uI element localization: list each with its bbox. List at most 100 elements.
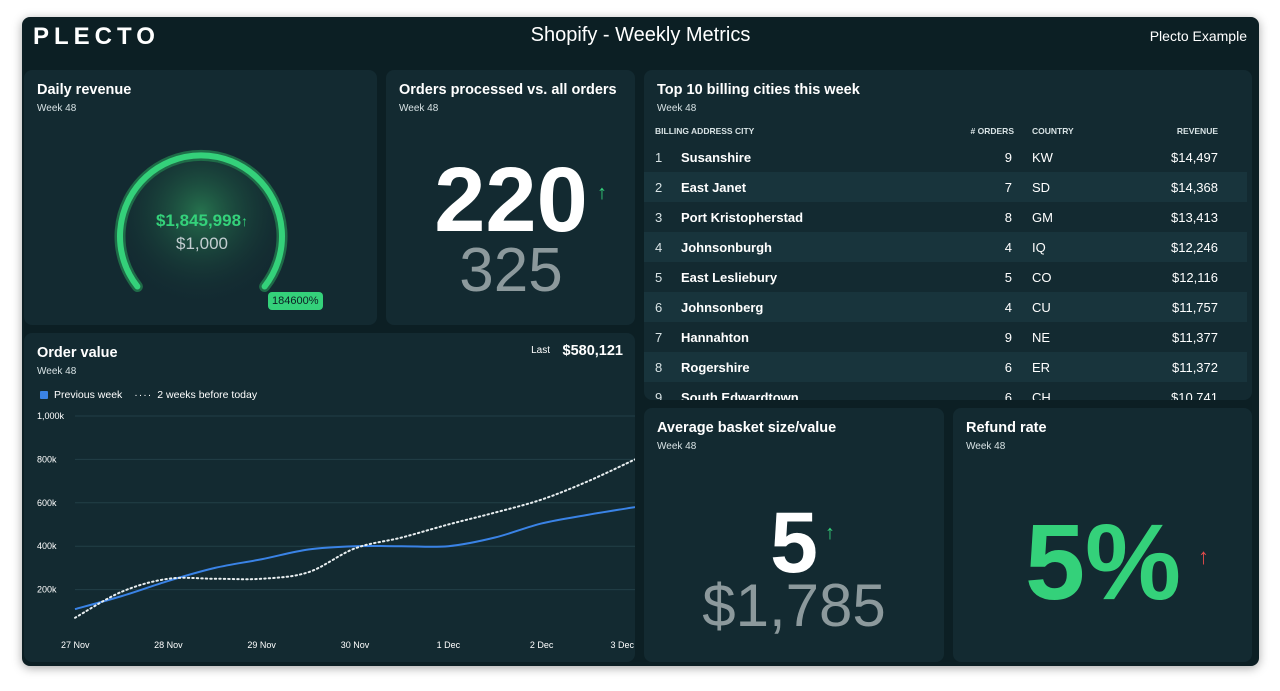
trend-up-icon: ↑ [241,213,249,229]
revenue-amount: $13,413 [1171,210,1218,225]
country-code: SD [1032,180,1051,195]
card-title: Refund rate [966,420,1047,436]
country-code: IQ [1032,240,1046,255]
country-code: KW [1032,150,1053,165]
row-index: 2 [655,180,663,195]
city-name: Johnsonberg [681,300,764,315]
y-tick-label: 800k [37,454,57,464]
row-index: 9 [655,390,663,400]
billing-cities-card[interactable]: Top 10 billing cities this week Week 48 … [644,70,1252,400]
country-code: GM [1032,210,1053,225]
country-code: CO [1032,270,1052,285]
column-header-city: BILLING ADDRESS CITY [655,126,755,136]
y-tick-label: 600k [37,498,57,508]
y-tick-label: 1,000k [37,411,65,421]
revenue-amount: $1,845,998 [155,211,242,230]
row-index: 3 [655,210,663,225]
city-name: Hannahton [681,330,749,345]
country-code: ER [1032,360,1051,375]
trend-up-icon: ↑ [597,182,607,204]
trend-up-icon: ↑ [825,522,835,544]
revenue-target: $1,000 [176,234,228,253]
order-count: 5 [1004,270,1012,285]
basket-value: $1,785 [702,572,886,639]
refund-card[interactable]: Refund rate Week 48 5% ↑ [953,408,1252,662]
table-row[interactable]: 6 Johnsonberg 4 CU $11,757 [644,292,1247,322]
basket-card[interactable]: Average basket size/value Week 48 5 ↑ $1… [644,408,944,662]
x-tick-label: 28 Nov [154,640,183,650]
all-orders-value: 325 [459,236,563,305]
table-row[interactable]: 7 Hannahton 9 NE $11,377 [644,322,1247,352]
revenue-amount: $12,116 [1171,270,1218,285]
x-tick-label: 29 Nov [247,640,276,650]
card-subtitle: Week 48 [399,103,439,114]
y-tick-label: 200k [37,585,57,595]
city-name: Port Kristopherstad [681,210,804,225]
table-row[interactable]: 4 Johnsonburgh 4 IQ $12,246 [644,232,1247,262]
row-index: 4 [655,240,663,255]
table-row[interactable]: 3 Port Kristopherstad 8 GM $13,413 [644,202,1247,232]
card-subtitle: Week 48 [657,103,697,114]
series-line-two-weeks[interactable] [74,458,635,619]
revenue-amount: $11,757 [1171,300,1218,315]
x-tick-label: 30 Nov [341,640,370,650]
daily-revenue-card[interactable]: Daily revenue Week 48 $1,845,998↑ $1,000… [24,70,377,325]
revenue-amount: $12,246 [1171,240,1218,255]
trend-up-red-icon: ↑ [1198,544,1209,569]
revenue-gauge [114,149,288,316]
revenue-amount: $10,741 [1171,390,1218,400]
orders-processed-card[interactable]: Orders processed vs. all orders Week 48 … [386,70,635,325]
table-row[interactable]: 9 South Edwardtown 6 CH $10,741 [644,382,1247,400]
percent-badge: 184600% [268,292,323,310]
row-index: 7 [655,330,663,345]
country-code: CH [1032,390,1051,400]
dashboard-title: Shopify - Weekly Metrics [530,24,751,46]
row-index: 6 [655,300,663,315]
order-count: 8 [1004,210,1012,225]
card-title: Average basket size/value [657,420,837,436]
x-tick-label: 2 Dec [530,640,554,650]
table-row[interactable]: 2 East Janet 7 SD $14,368 [644,172,1247,202]
row-index: 1 [655,150,663,165]
city-name: South Edwardtown [681,390,799,400]
dashboard-frame: PLECTO Shopify - Weekly Metrics Plecto E… [22,17,1259,666]
city-name: Rogershire [681,360,750,375]
order-count: 9 [1004,150,1012,165]
order-count: 9 [1004,330,1012,345]
card-subtitle: Week 48 [966,441,1006,452]
city-name: East Lesliebury [681,270,778,285]
row-index: 5 [655,270,663,285]
order-count: 4 [1004,300,1012,315]
revenue-value: $1,845,998↑ [24,211,377,231]
card-subtitle: Week 48 [657,441,697,452]
column-header-revenue: REVENUE [1176,126,1218,136]
column-header-country: COUNTRY [1032,126,1074,136]
row-index: 8 [655,360,663,375]
order-value-chart: 1,000k 800k 600k 400k 200k 27 Nov 28 Nov 29 Nov… [37,411,635,650]
card-title: Top 10 billing cities this week [657,82,860,98]
account-name[interactable]: Plecto Example [1150,28,1247,44]
city-name: East Janet [681,180,747,195]
order-count: 6 [1004,360,1012,375]
city-name: Susanshire [681,150,752,165]
order-count: 4 [1004,240,1012,255]
y-tick-label: 400k [37,541,57,551]
country-code: NE [1032,330,1051,345]
card-title: Orders processed vs. all orders [399,82,617,98]
series-line-previous-week[interactable] [74,506,635,611]
city-name: Johnsonburgh [681,240,772,255]
column-header-orders: # ORDERS [970,126,1014,136]
order-count: 7 [1004,180,1012,195]
x-tick-label: 27 Nov [61,640,90,650]
x-tick-label: 1 Dec [437,640,461,650]
table-row[interactable]: 8 Rogershire 6 ER $11,372 [644,352,1247,382]
table-row[interactable]: 1 Susanshire 9 KW $14,497 [644,142,1247,172]
revenue-amount: $14,497 [1171,150,1218,165]
order-value-card[interactable]: Order value Week 48 Last $580,121 Previo… [24,333,635,662]
revenue-amount: $11,372 [1171,360,1218,375]
x-tick-label: 3 Dec [610,640,634,650]
table-row[interactable]: 5 East Lesliebury 5 CO $12,116 [644,262,1247,292]
revenue-amount: $14,368 [1171,180,1218,195]
order-count: 6 [1004,390,1012,400]
revenue-amount: $11,377 [1171,330,1218,345]
